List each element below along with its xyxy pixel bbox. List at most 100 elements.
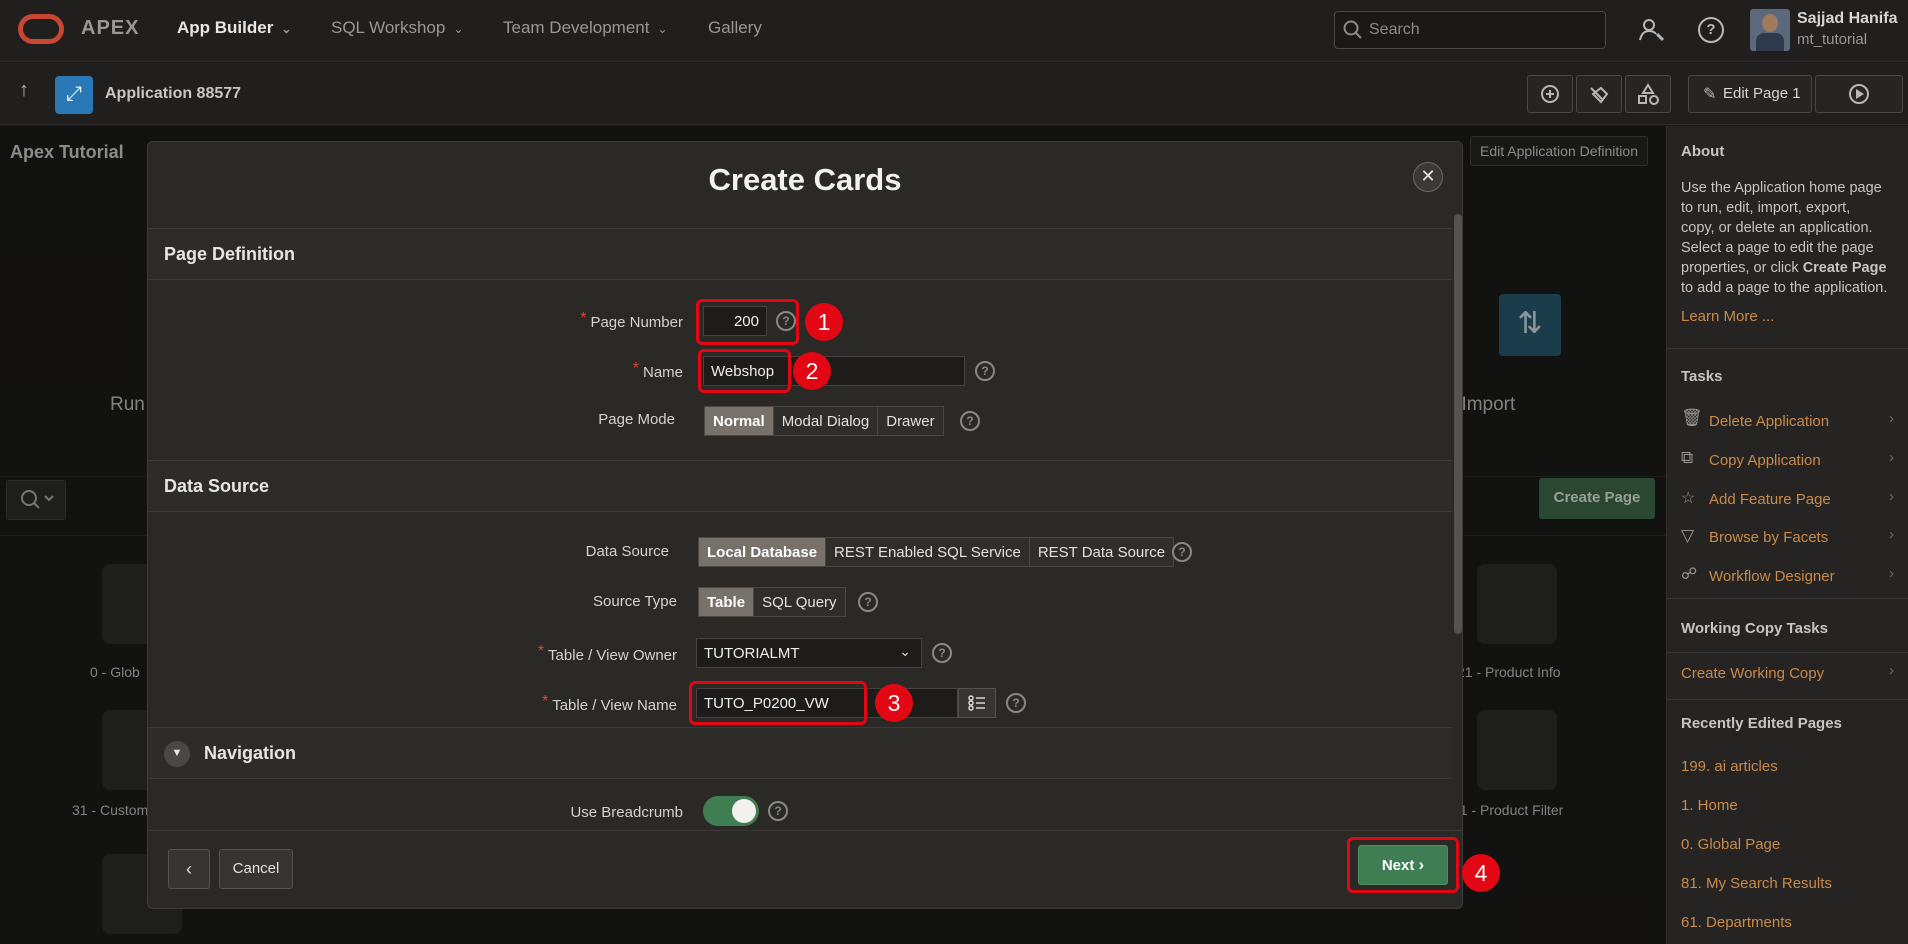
recent-page-link[interactable]: 0. Global Page — [1681, 836, 1780, 853]
divider — [1667, 699, 1908, 700]
nav-sql-workshop[interactable]: SQL Workshop ⌄ — [331, 18, 463, 38]
app-icon[interactable]: ⤢ — [55, 76, 93, 114]
shapes-icon — [1638, 83, 1659, 105]
about-text: Use the Application home page to run, ed… — [1681, 180, 1888, 296]
data-source-rest-data-source[interactable]: REST Data Source — [1029, 538, 1174, 566]
nav-app-builder[interactable]: App Builder ⌄ — [177, 18, 291, 38]
nav-team-development[interactable]: Team Development ⌄ — [503, 18, 668, 38]
divider — [1667, 598, 1908, 599]
user-workspace: mt_tutorial — [1797, 31, 1868, 48]
dialog-scrollbar[interactable] — [1454, 214, 1462, 634]
page-number-label: * Page Number — [580, 310, 683, 331]
working-copy-heading: Working Copy Tasks — [1681, 620, 1828, 637]
dialog-body[interactable]: Page Definition * Page Number 200 ? * Name… — [148, 228, 1452, 830]
chevron-down-icon: ⌄ — [657, 22, 668, 36]
source-type-sql-query[interactable]: SQL Query — [754, 588, 845, 616]
previous-button[interactable]: ‹ — [168, 849, 210, 889]
top-navigation: APEX App Builder ⌄ SQL Workshop ⌄ Team Dev… — [0, 0, 1908, 62]
divider — [1667, 652, 1908, 653]
help-icon[interactable]: ? — [1698, 17, 1724, 43]
chevron-right-icon: › — [1418, 855, 1425, 874]
tasks-heading: Tasks — [1681, 368, 1723, 385]
page-mode-label: Page Mode — [598, 411, 675, 428]
help-icon[interactable]: ? — [932, 643, 952, 663]
brush-icon — [1590, 86, 1609, 104]
search-placeholder: Search — [1369, 21, 1420, 38]
cancel-button[interactable]: Cancel — [219, 849, 293, 889]
data-source-radio-group[interactable]: Local Database REST Enabled SQL Service … — [698, 537, 1175, 567]
dialog-footer: ‹ Cancel Next › — [148, 830, 1462, 908]
chevron-right-icon: › — [1889, 488, 1894, 505]
about-heading: About — [1681, 143, 1725, 160]
feature-page-icon: ☆ — [1681, 490, 1696, 507]
chevron-down-icon: ⌄ — [899, 643, 911, 659]
theme-roller-button[interactable] — [1576, 75, 1622, 113]
chevron-right-icon: › — [1889, 662, 1894, 679]
required-icon: * — [541, 693, 549, 710]
page-mode-normal[interactable]: Normal — [705, 407, 774, 435]
help-icon[interactable]: ? — [960, 411, 980, 431]
app-name[interactable]: Application 88577 — [105, 85, 241, 103]
search-icon — [1343, 20, 1362, 39]
owner-select[interactable]: TUTORIALMT ⌄ — [696, 638, 922, 668]
section-navigation[interactable]: ▼ Navigation — [148, 727, 1452, 779]
edit-page-icon: ✎ — [1703, 86, 1717, 103]
page-mode-modal-dialog[interactable]: Modal Dialog — [773, 407, 879, 435]
use-breadcrumb-label: Use Breadcrumb — [570, 804, 683, 821]
highlight-box — [696, 299, 799, 345]
user-name[interactable]: Sajjad Hanifa — [1797, 10, 1897, 28]
data-source-label: Data Source — [585, 543, 669, 560]
required-icon: * — [537, 643, 545, 660]
chevron-right-icon: › — [1889, 526, 1894, 543]
copy-icon: ⧉ — [1681, 448, 1694, 467]
highlight-box — [689, 681, 867, 725]
page-mode-drawer[interactable]: Drawer — [878, 407, 943, 435]
recent-page-link[interactable]: 199. ai articles — [1681, 758, 1778, 775]
help-icon[interactable]: ? — [1006, 693, 1026, 713]
recent-pages-heading: Recently Edited Pages — [1681, 715, 1842, 732]
trash-icon: 🗑 — [1681, 408, 1703, 427]
application-bar: ↑ ⤢ Application 88577 ✎ Edit Page 1 — [0, 63, 1908, 125]
recent-page-link[interactable]: 81. My Search Results — [1681, 875, 1832, 892]
shared-components-button[interactable] — [1625, 75, 1671, 113]
workflow-icon: ☍ — [1681, 566, 1698, 583]
data-source-local-database[interactable]: Local Database — [699, 538, 827, 566]
help-icon[interactable]: ? — [975, 361, 995, 381]
source-type-table[interactable]: Table — [699, 588, 755, 616]
source-type-radio-group[interactable]: Table SQL Query — [698, 587, 846, 617]
help-icon[interactable]: ? — [858, 592, 878, 612]
create-working-copy-link[interactable]: Create Working Copy — [1681, 665, 1824, 682]
help-icon[interactable]: ? — [768, 801, 788, 821]
chevron-right-icon: › — [1889, 565, 1894, 582]
table-name-label: * Table / View Name — [541, 693, 677, 714]
avatar[interactable] — [1750, 9, 1790, 51]
learn-more-link[interactable]: Learn More ... — [1681, 308, 1774, 325]
run-page-button[interactable] — [1815, 75, 1903, 113]
up-arrow-icon[interactable]: ↑ — [19, 79, 29, 102]
collapse-toggle-icon[interactable]: ▼ — [164, 741, 190, 767]
dialog-title: Create Cards — [708, 162, 902, 197]
recent-page-link[interactable]: 1. Home — [1681, 797, 1738, 814]
apex-brand[interactable]: APEX — [81, 17, 139, 40]
close-icon[interactable]: ✕ — [1413, 162, 1443, 192]
right-sidebar: About Use the Application home page to r… — [1666, 126, 1908, 944]
help-icon[interactable]: ? — [1172, 542, 1192, 562]
page-mode-radio-group[interactable]: Normal Modal Dialog Drawer — [704, 406, 944, 436]
step-badge: 3 — [875, 684, 913, 722]
next-button[interactable]: Next › — [1358, 845, 1448, 885]
comment-button[interactable] — [1527, 75, 1573, 113]
oracle-logo[interactable] — [18, 14, 64, 44]
recent-page-link[interactable]: 61. Departments — [1681, 914, 1792, 931]
section-data-source: Data Source — [148, 460, 1452, 512]
nav-gallery[interactable]: Gallery — [708, 18, 762, 38]
edit-page-button[interactable]: ✎ Edit Page 1 — [1688, 75, 1812, 113]
use-breadcrumb-toggle[interactable] — [703, 796, 759, 826]
list-picker-button[interactable] — [958, 688, 996, 718]
admin-user-icon[interactable] — [1638, 16, 1666, 44]
owner-label: * Table / View Owner — [537, 643, 677, 664]
play-icon — [1849, 84, 1869, 104]
data-source-rest-enabled-sql[interactable]: REST Enabled SQL Service — [826, 538, 1030, 566]
global-search[interactable]: Search — [1334, 11, 1606, 49]
comment-icon — [1541, 85, 1559, 103]
chevron-down-icon: ⌄ — [281, 22, 292, 36]
